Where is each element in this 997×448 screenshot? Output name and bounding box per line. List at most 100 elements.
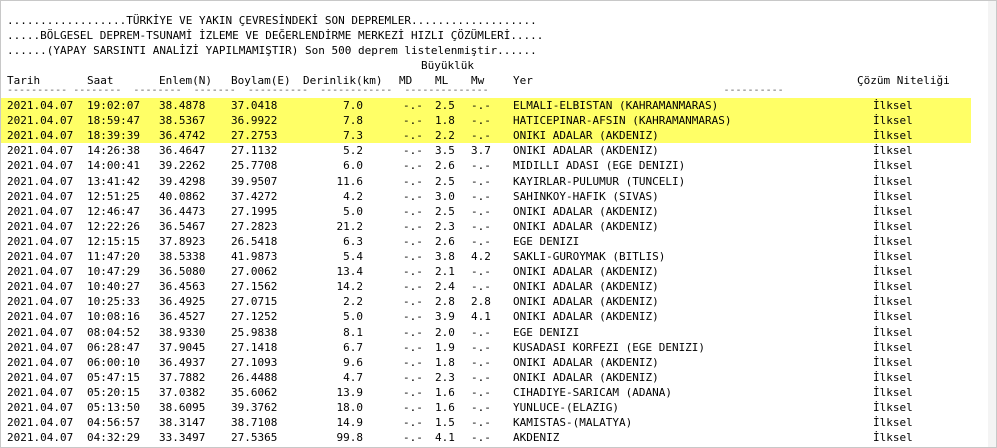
cell-derinlik: 4.2 [343,190,363,203]
cell-tarih: 2021.04.07 [7,114,74,127]
cell-md: -.- [403,371,423,384]
cell-saat: 12:22:26 [87,220,140,233]
cell-md: -.- [403,235,423,248]
cell-tarih: 2021.04.07 [7,205,74,218]
cell-cozum: İlksel [873,295,913,308]
cell-derinlik: 21.2 [336,220,364,233]
cell-yer: HATICEPINAR-AFSIN (KAHRAMANMARAS) [513,114,732,127]
cell-md: -.- [403,175,423,188]
cell-md: -.- [403,220,423,233]
table-row: 2021.04.07 14:26:38 36.4647 27.1132 5.2 -.- 3.… [7,143,996,158]
cell-ml: 3.8 [435,250,455,263]
cell-yer: ONIKI ADALAR (AKDENIZ) [513,356,659,369]
table-row: 2021.04.07 06:28:47 37.9045 27.1418 6.7 -.- 1.… [7,340,996,355]
cell-derinlik: 6.7 [343,341,363,354]
cell-md: -.- [403,356,423,369]
cell-derinlik: 7.3 [343,129,363,142]
cell-yer: KAYIRLAR-PULUMUR (TUNCELI) [513,175,686,188]
cell-md: -.- [403,401,423,414]
cell-cozum: İlksel [873,280,913,293]
cell-enlem: 38.3147 [159,416,206,429]
cell-tarih: 2021.04.07 [7,356,74,369]
cell-yer: ONIKI ADALAR (AKDENIZ) [513,371,659,384]
cell-saat: 19:02:07 [87,99,140,112]
cell-tarih: 2021.04.07 [7,431,74,444]
cell-cozum: İlksel [873,341,913,354]
cell-md: -.- [403,310,423,323]
cell-derinlik: 99.8 [336,431,364,444]
cell-md: -.- [403,341,423,354]
cell-yer: MIDILLI ADASI (EGE DENIZI) [513,159,686,172]
cell-boylam: 27.0062 [231,265,278,278]
cell-enlem: 36.5080 [159,265,206,278]
cell-mw: 4.1 [471,310,491,323]
cell-enlem: 38.4878 [159,99,206,112]
cell-mw: -.- [471,416,491,429]
cell-ml: 2.2 [435,129,455,142]
cell-cozum: İlksel [873,310,913,323]
vertical-scrollbar[interactable] [988,1,996,447]
table-row: 2021.04.07 18:59:47 38.5367 36.9922 7.8 -.- 1.… [7,113,996,128]
cell-cozum: İlksel [873,220,913,233]
cell-cozum: İlksel [873,175,913,188]
cell-mw: -.- [471,341,491,354]
table-row: 2021.04.07 05:13:50 38.6095 39.3762 18.0 -.- 1… [7,400,996,415]
cell-saat: 04:56:57 [87,416,140,429]
cell-mw: -.- [471,114,491,127]
cell-boylam: 27.1132 [231,144,278,157]
cell-ml: 4.1 [435,431,455,444]
cell-boylam: 41.9873 [231,250,278,263]
table-row: 2021.04.07 10:08:16 36.4527 27.1252 5.0 -.- 3.… [7,309,996,324]
cell-tarih: 2021.04.07 [7,280,74,293]
cell-enlem: 39.4298 [159,175,206,188]
cell-tarih: 2021.04.07 [7,386,74,399]
cell-yer: ONIKI ADALAR (AKDENIZ) [513,310,659,323]
table-row: 2021.04.07 12:51:25 40.0862 37.4272 4.2 -.- 3.… [7,189,996,204]
cell-cozum: İlksel [873,129,913,142]
cell-boylam: 27.1093 [231,356,278,369]
cell-md: -.- [403,250,423,263]
cell-cozum: İlksel [873,401,913,414]
cell-mw: -.- [471,235,491,248]
cell-boylam: 38.7108 [231,416,278,429]
cell-boylam: 35.6062 [231,386,278,399]
cell-md: -.- [403,295,423,308]
cell-mw: -.- [471,205,491,218]
table-row: 2021.04.07 19:02:07 38.4878 37.0418 7.0 -.- 2.… [7,98,996,113]
cell-saat: 04:32:29 [87,431,140,444]
cell-cozum: İlksel [873,190,913,203]
cell-enlem: 37.9045 [159,341,206,354]
cell-md: -.- [403,265,423,278]
cell-cozum: İlksel [873,265,913,278]
cell-yer: ELMALI-ELBISTAN (KAHRAMANMARAS) [513,99,719,112]
cell-enlem: 33.3497 [159,431,206,444]
cell-derinlik: 2.2 [343,295,363,308]
cell-tarih: 2021.04.07 [7,129,74,142]
cell-ml: 3.9 [435,310,455,323]
cell-cozum: İlksel [873,356,913,369]
cell-md: -.- [403,114,423,127]
table-row: 2021.04.07 12:46:47 36.4473 27.1995 5.0 -.- 2.… [7,204,996,219]
magnitude-group-label: Büyüklük [421,59,474,72]
cell-ml: 3.0 [435,190,455,203]
cell-tarih: 2021.04.07 [7,220,74,233]
table-row: 2021.04.07 14:00:41 39.2262 25.7708 6.0 -.- 2.… [7,158,996,173]
table-row: 2021.04.07 13:41:42 39.4298 39.9507 11.6 -.- 2… [7,174,996,189]
cell-md: -.- [403,99,423,112]
column-header-cozum: Çözüm Niteliği [857,74,950,87]
cell-enlem: 38.9330 [159,326,206,339]
cell-boylam: 25.7708 [231,159,278,172]
cell-boylam: 27.0715 [231,295,278,308]
cell-yer: EGE DENIZI [513,235,580,248]
cell-mw: -.- [471,371,491,384]
cell-ml: 2.5 [435,205,455,218]
table-row: 2021.04.07 08:04:52 38.9330 25.9838 8.1 -.- 2.… [7,325,996,340]
cell-ml: 2.5 [435,175,455,188]
header-line-3: ......(YAPAY SARSINTI ANALİZİ YAPILMAMIŞ… [7,44,537,57]
cell-boylam: 27.1562 [231,280,278,293]
cell-boylam: 37.0418 [231,99,278,112]
cell-boylam: 27.5365 [231,431,278,444]
cell-cozum: İlksel [873,416,913,429]
cell-saat: 13:41:42 [87,175,140,188]
cell-derinlik: 14.9 [336,416,364,429]
